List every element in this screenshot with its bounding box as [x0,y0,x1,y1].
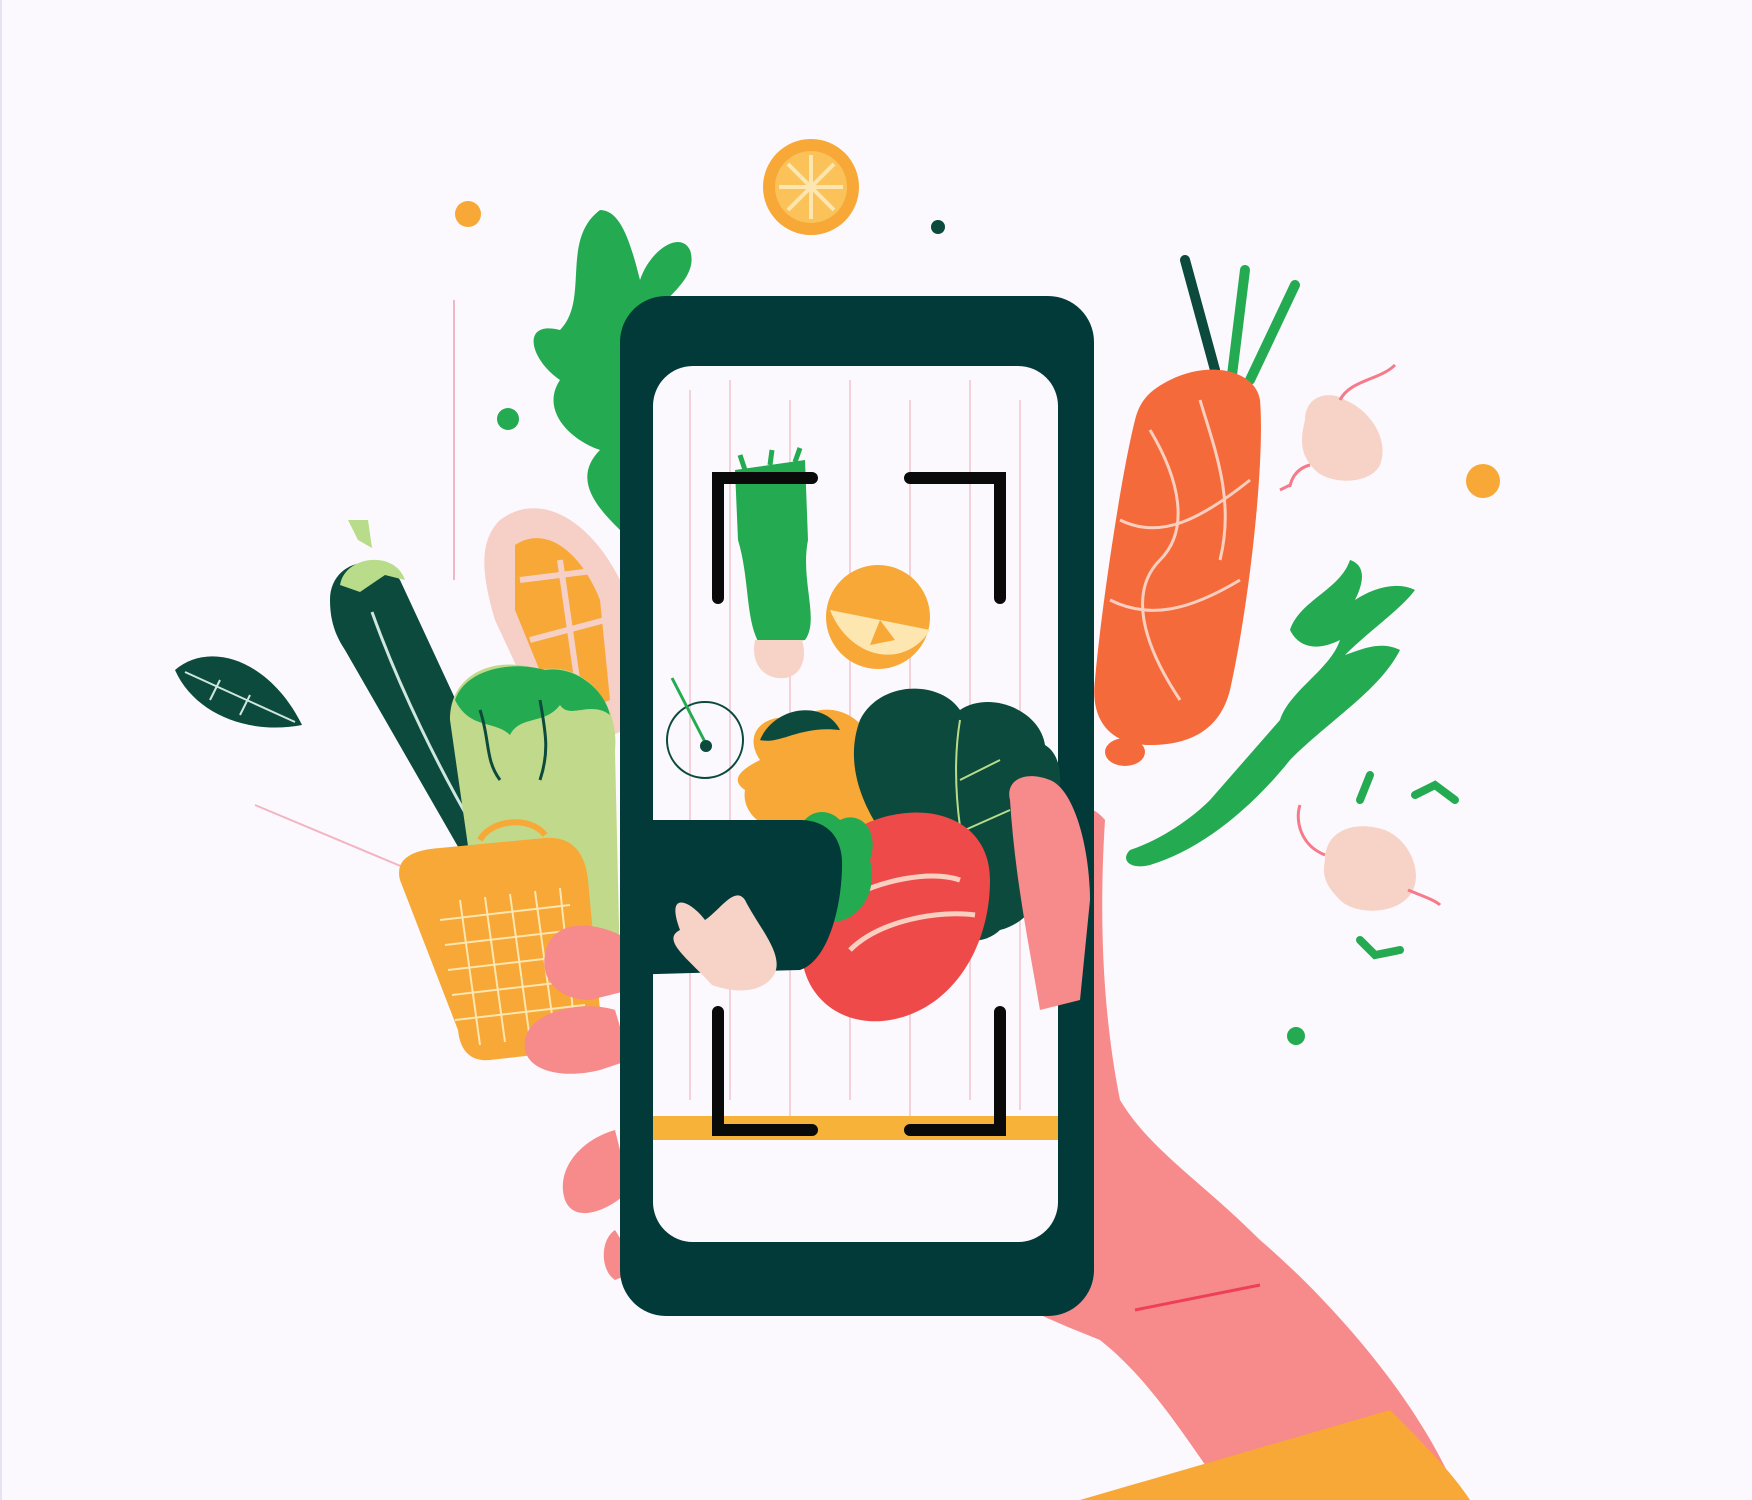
scene-illustration [0,0,1500,1500]
orange-half-icon [826,565,930,669]
dot-icon [931,220,945,234]
dot-icon [1466,464,1500,498]
radish-icon [1296,804,1442,911]
dot-icon [455,201,481,227]
radish-icon [1279,363,1397,492]
carrot-icon [1094,255,1300,766]
orange-slice-icon [763,139,859,235]
leaf-icon [175,656,302,728]
dot-icon [1287,1027,1305,1045]
dot-icon [497,408,519,430]
thumb-overlay [620,820,843,991]
